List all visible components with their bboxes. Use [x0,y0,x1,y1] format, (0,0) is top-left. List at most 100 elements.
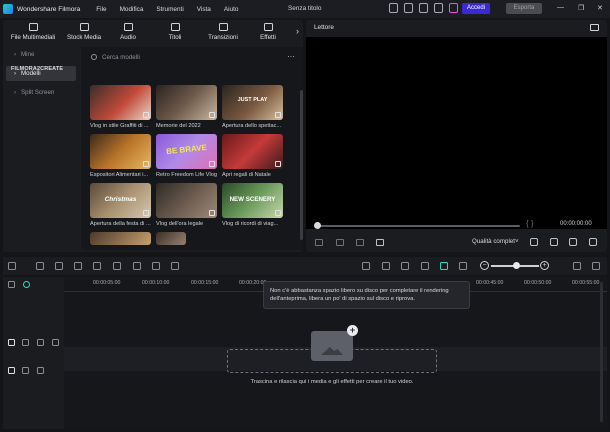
render-preview-icon[interactable] [362,262,370,270]
thumbnail-overlay-text: Christmas [104,196,137,203]
tab-audio[interactable]: Audio [105,20,151,44]
save-icon[interactable] [404,3,413,13]
vertical-scrollbar[interactable] [300,90,303,240]
cart-icon[interactable] [449,3,458,13]
thumbnail-overlay-text: BE BRAVE [165,142,208,157]
add-media-icon[interactable]: + [347,325,358,336]
stop-icon[interactable] [376,239,384,246]
previous-frame-icon[interactable] [315,239,323,246]
tab-stock-media[interactable]: Stock Media [63,20,105,44]
tab-titoli[interactable]: Titoli [151,20,199,44]
download-icon[interactable] [275,112,281,118]
audio-mix-icon[interactable] [421,262,429,270]
template-card[interactable]: Vlog in stile Graffiti di ... [90,85,151,129]
template-card[interactable]: Christmas Apertura della festa di ... [90,183,151,227]
more-icon[interactable] [592,262,600,270]
delete-icon[interactable] [74,262,82,270]
snapshot-icon[interactable] [459,262,467,270]
folder-icon[interactable] [22,339,29,346]
eye-icon[interactable] [52,339,59,346]
zoom-slider-handle[interactable] [513,262,520,269]
zoom-in-icon[interactable]: + [540,261,549,270]
undo-icon[interactable] [36,262,44,270]
volume-icon[interactable] [37,367,44,374]
menu-file[interactable]: File [96,6,106,13]
download-icon[interactable] [143,112,149,118]
crop-icon[interactable] [113,262,121,270]
maximize-button[interactable]: ❐ [578,4,584,12]
tab-transizioni[interactable]: Transizioni [199,20,247,44]
download-icon[interactable] [143,161,149,167]
cut-icon[interactable] [93,262,101,270]
monitor-icon[interactable] [389,3,398,13]
template-card[interactable]: JUST PLAY Apertura dello spettac... [222,85,283,129]
sidebar-item-split-screen[interactable]: › Split Screen [6,85,76,100]
add-track-icon[interactable] [8,281,15,288]
template-card[interactable]: NEW SCENERY Vlog di ricordi di viag... [222,183,283,227]
sidebar-item-mine[interactable]: › Mine [6,47,76,62]
chevron-right-icon[interactable]: › [296,26,299,36]
download-icon[interactable] [209,112,215,118]
chevron-right-icon: › [14,51,16,58]
folder-icon[interactable] [22,367,29,374]
microphone-icon[interactable] [401,262,409,270]
tab-label: Transizioni [208,34,238,41]
menu-vista[interactable]: Vista [197,6,211,13]
scrubber-handle[interactable] [314,222,321,229]
close-button[interactable]: ✕ [597,4,603,12]
download-icon[interactable] [275,161,281,167]
template-thumbnail [222,134,283,169]
monitor-icon[interactable] [530,238,538,246]
template-card[interactable] [156,232,217,245]
quality-dropdown[interactable]: Qualità complet˅ [472,238,519,245]
step-back-icon[interactable] [336,239,344,246]
template-card[interactable]: Vlog dell'ora legale [156,183,217,227]
fullscreen-icon[interactable] [589,238,597,246]
redo-icon[interactable] [55,262,63,270]
playback-scrubber[interactable] [314,225,520,227]
mark-in-out-icon[interactable]: { } [526,219,534,228]
template-thumbnail: NEW SCENERY [222,183,283,218]
link-icon[interactable] [23,281,30,288]
template-caption: Apertura della festa di ... [90,221,151,227]
download-icon[interactable] [143,210,149,216]
search-input[interactable]: Cerca modelli [102,54,140,61]
template-card[interactable]: Espositori Alimentari i... [90,134,151,178]
ruler-tick: 00:00:15:00 [191,280,219,286]
tab-label: File Multimediali [10,34,56,41]
template-card[interactable]: Memorie del 2022 [156,85,217,129]
more-options-icon[interactable]: ··· [287,52,295,61]
download-icon[interactable] [209,210,215,216]
menu-modifica[interactable]: Modifica [120,6,144,13]
export-button[interactable]: Esporta [506,3,542,14]
tab-file-multimediali[interactable]: File Multimediali [3,20,63,44]
cloud-icon[interactable] [419,3,428,13]
download-icon[interactable] [209,161,215,167]
template-card[interactable]: BE BRAVE Retro Freedom Life Vlog [156,134,217,178]
image-icon[interactable] [590,24,599,31]
gift-icon[interactable] [434,3,443,13]
tab-label: Titoli [168,34,182,41]
search-bar[interactable]: Cerca modelli ··· [87,50,297,64]
menu-strumenti[interactable]: Strumenti [156,6,183,13]
timeline-scrollbar[interactable] [600,282,603,422]
marker-icon[interactable] [382,262,390,270]
play-icon[interactable] [356,239,364,246]
template-card[interactable]: Apri regali di Natale [222,134,283,178]
adjust-icon[interactable] [171,262,179,270]
grid-view-icon[interactable] [573,262,581,270]
tab-effetti[interactable]: Effetti [247,20,289,44]
volume-icon[interactable] [37,339,44,346]
minimize-button[interactable]: — [557,4,564,11]
volume-icon[interactable] [569,238,577,246]
template-card[interactable] [90,232,151,245]
menu-aiuto[interactable]: Aiuto [224,6,239,13]
download-icon[interactable] [275,210,281,216]
zoom-out-icon[interactable]: − [480,261,489,270]
camera-icon[interactable] [550,238,558,246]
color-icon[interactable] [133,262,141,270]
login-button[interactable]: Accedi [462,3,491,14]
text-icon[interactable] [152,262,160,270]
layout-icon[interactable] [8,262,16,270]
ai-tool-icon[interactable] [440,262,448,270]
